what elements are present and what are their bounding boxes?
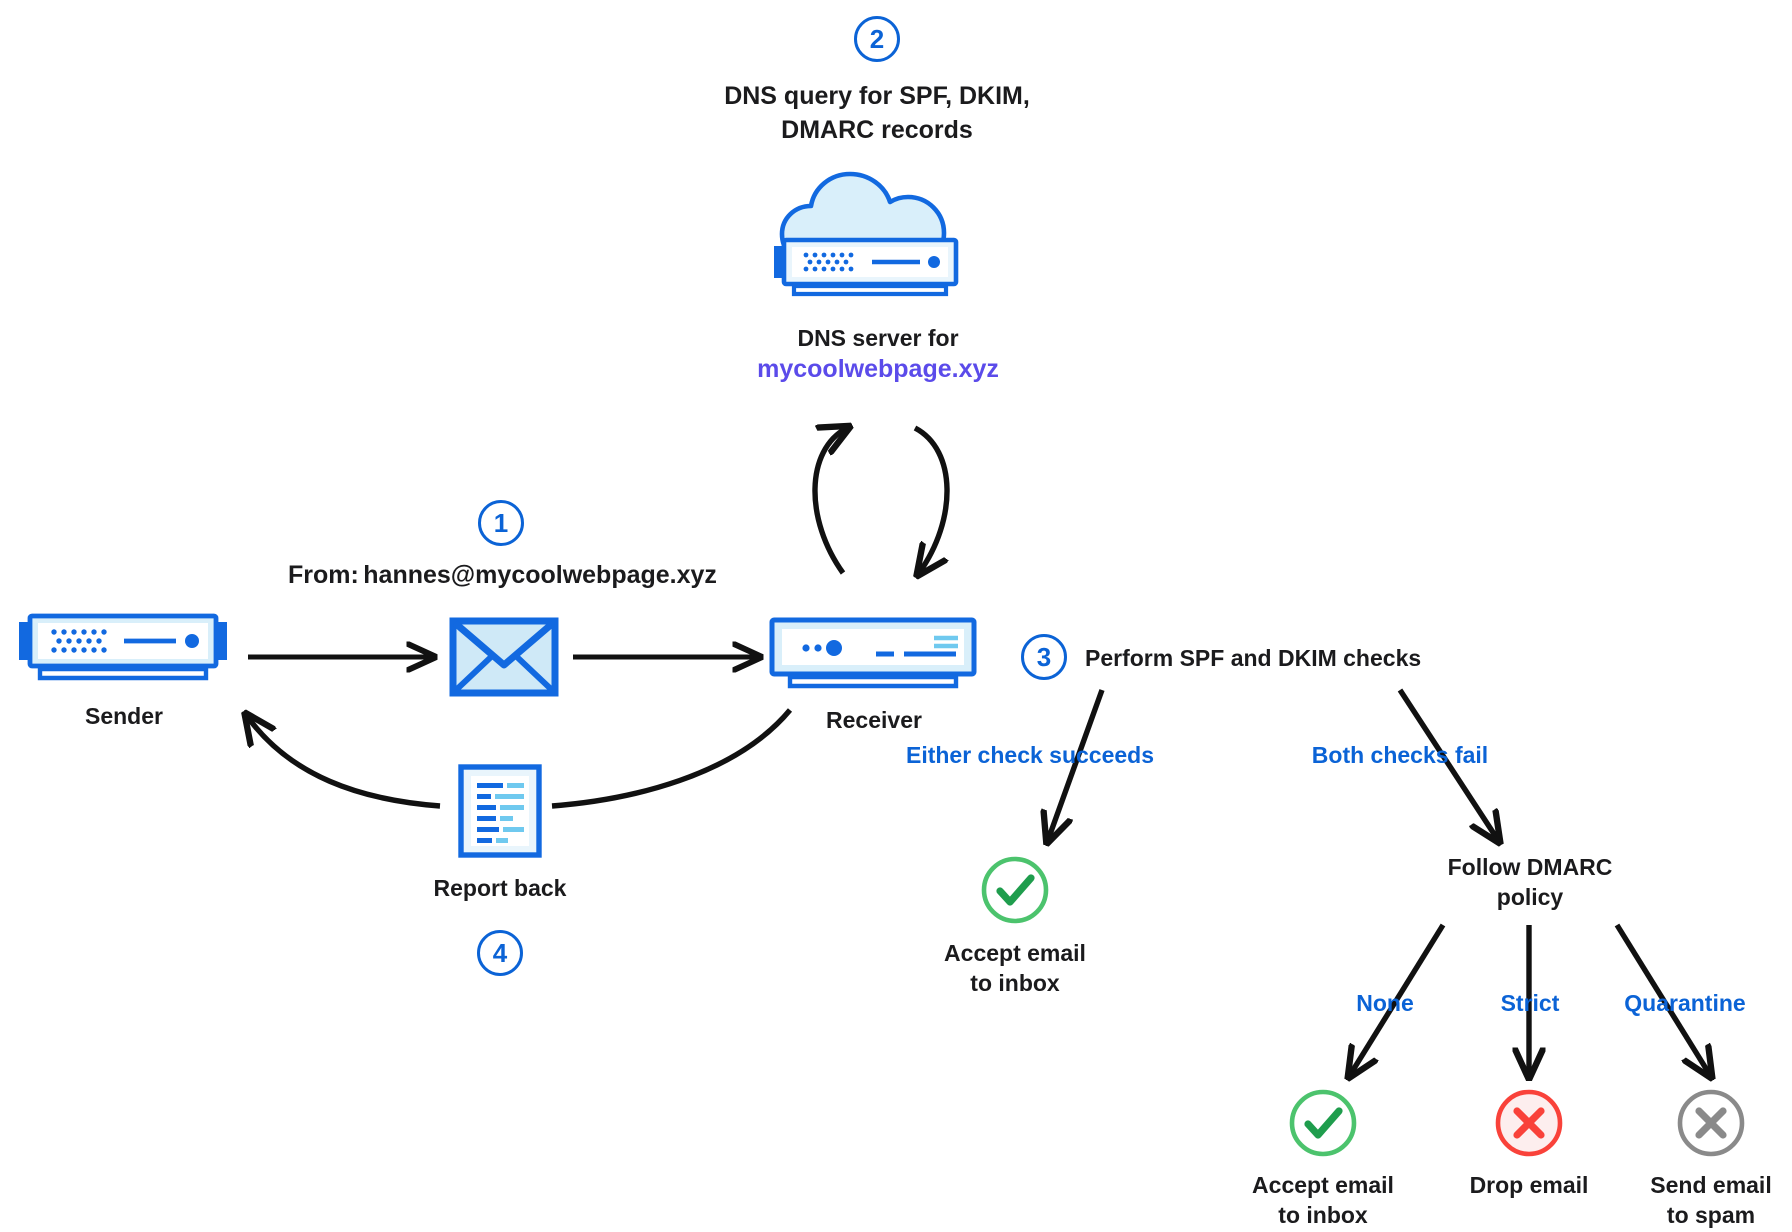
check-circle-icon-accept-2: [1288, 1088, 1358, 1158]
dns-server-domain: mycoolwebpage.xyz: [757, 355, 999, 383]
report-document-icon: [458, 764, 542, 858]
arrow-receiver-to-dns: [812, 428, 847, 575]
dns-server-label: DNS server for: [797, 325, 959, 351]
from-address: hannes@mycoolwebpage.xyz: [363, 561, 717, 589]
sender-label: Sender: [85, 703, 163, 729]
sender-server-icon: [16, 612, 232, 696]
send-email-spam-label: Send email to spam: [1650, 1172, 1772, 1229]
both-checks-fail-label: Both checks fail: [1311, 742, 1489, 768]
cloud-server-icon: [768, 168, 988, 298]
policy-quarantine-label: Quarantine: [1624, 990, 1746, 1016]
arrow-dns-to-receiver: [915, 425, 950, 573]
from-line: From: hannes@mycoolwebpage.xyz: [288, 561, 717, 590]
receiver-label: Receiver: [826, 707, 922, 733]
x-circle-icon-spam: [1676, 1088, 1746, 1158]
arrow-receiver-to-report: [551, 708, 793, 809]
follow-dmarc-policy-label: Follow DMARC policy: [1447, 854, 1613, 911]
envelope-icon: [449, 617, 559, 697]
report-back-label: Report back: [433, 875, 567, 901]
x-circle-icon-drop: [1494, 1088, 1564, 1158]
perform-checks-label: Perform SPF and DKIM checks: [1085, 645, 1422, 671]
receiver-server-icon: [766, 616, 982, 700]
arrow-report-to-sender: [247, 716, 441, 809]
policy-none-label: None: [1356, 990, 1414, 1016]
step-number-3: 3: [1021, 634, 1067, 680]
policy-strict-label: Strict: [1500, 990, 1560, 1016]
check-circle-icon-accept-1: [980, 855, 1050, 925]
either-check-succeeds-label: Either check succeeds: [905, 742, 1155, 768]
dns-query-caption: DNS query for SPF, DKIM, DMARC records: [724, 82, 1030, 144]
step-number-1: 1: [478, 500, 524, 546]
from-label: From:: [288, 561, 359, 589]
step-number-4: 4: [477, 930, 523, 976]
diagram-canvas: 2 DNS query for SPF, DKIM, DMARC records: [0, 0, 1792, 1232]
step-number-2: 2: [854, 16, 900, 62]
accept-email-inbox-label-1: Accept email to inbox: [944, 940, 1086, 997]
